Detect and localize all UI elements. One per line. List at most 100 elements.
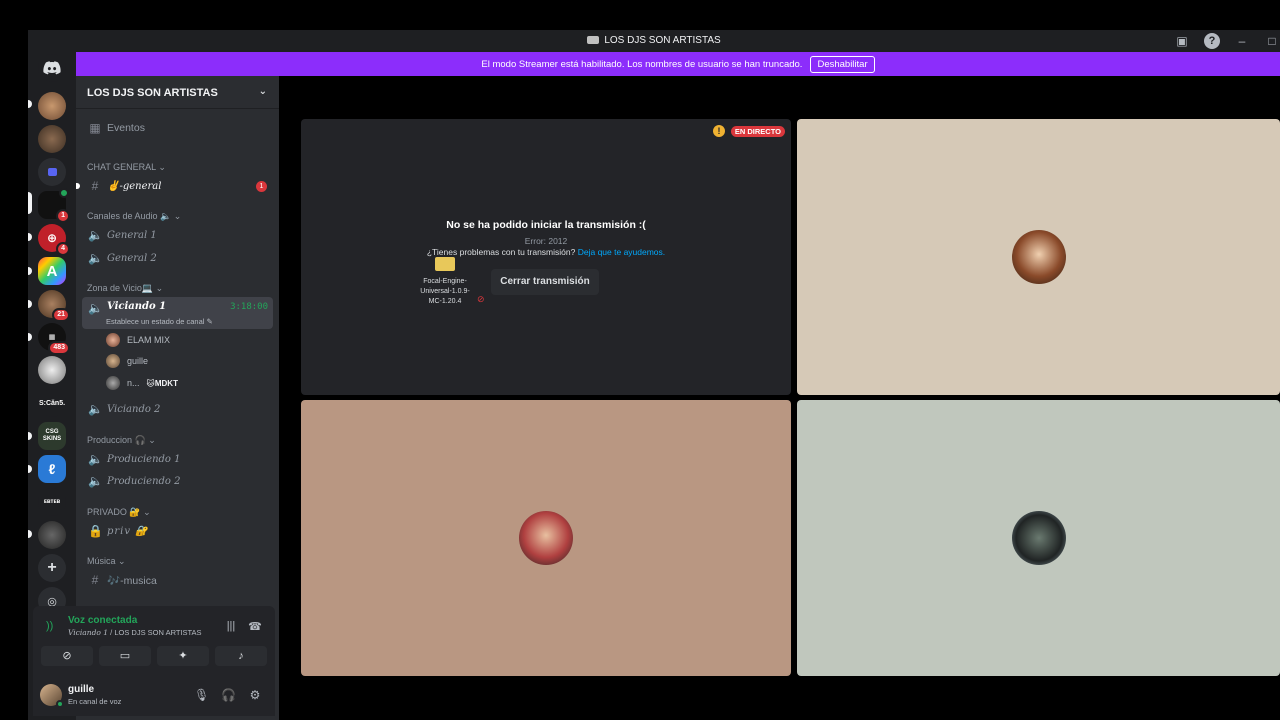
warning-icon[interactable]: ! [713,125,725,137]
calendar-icon: ▦ [89,121,101,135]
server-icon[interactable] [38,521,66,549]
channel-priv[interactable]: 🔒 priv 🔐 [82,521,273,541]
avatar [106,333,120,347]
folder-icon [435,257,455,271]
gear-icon[interactable]: ⚙ [248,688,262,702]
events-label: Eventos [107,122,145,134]
signal-icon: )) [46,620,54,632]
error-title: No se ha podido iniciar la transmisión :… [446,219,646,231]
server-icon[interactable]: S:Căn5. [38,389,66,417]
activities-button[interactable]: ✦ [157,646,209,666]
headphones-icon[interactable]: 🎧 [221,688,236,702]
events-item[interactable]: ▦ Eventos [82,118,273,138]
voice-member[interactable]: n... 🐱MDKT [106,374,178,392]
camera-button[interactable]: ⊘ [41,646,93,666]
channel-name: 🎶-musica [107,574,157,587]
participant-tile[interactable] [797,400,1280,676]
help-link[interactable]: Deja que te ayudemos. [578,247,665,257]
category-audio[interactable]: Canales de Audio 🔈 ⌄ [87,211,181,222]
mention-badge: 483 [48,341,70,355]
channel-produciendo-2[interactable]: 🔈 Produciendo 2 [82,471,273,491]
server-icon[interactable]: ▦ 483 [38,323,70,355]
inbox-icon[interactable]: ▣ [1174,33,1190,49]
channel-viciando-2[interactable]: 🔈 Viciando 2 [82,399,273,419]
category-musica[interactable]: Música ⌄ [87,556,126,567]
voice-channel-info[interactable]: Viciando 1 / LOS DJS SON ARTISTAS [68,628,202,637]
participant-tile[interactable] [797,119,1280,395]
avatar[interactable] [40,684,64,708]
speaker-icon: 🔈 [88,474,103,488]
folder-icon[interactable] [38,158,66,186]
server-icon[interactable]: A [38,257,66,285]
speaker-icon: 🔈 [88,301,103,315]
server-icon[interactable]: ⊕ 4 [38,224,70,256]
channel-status[interactable]: Establece un estado de canal ✎ [106,317,213,326]
speaker-icon: 🔈 [88,452,103,466]
channel-general-text[interactable]: # ✌️-general 1 [82,176,273,196]
channel-general-2[interactable]: 🔈 General 2 [82,248,273,268]
minimize-icon[interactable]: – [1234,33,1250,49]
error-help: ¿Tienes problemas con tu transmisión? De… [426,247,666,257]
channel-name: Viciando 1 [107,301,167,312]
disconnect-icon[interactable]: ☎ [248,620,262,634]
channel-name: Produciendo 1 [107,453,181,465]
unread-pill [28,432,32,440]
member-name: ELAM MIX [127,335,171,345]
server-icon[interactable]: 21 [38,290,70,322]
participant-tile[interactable] [301,400,791,676]
server-icon[interactable] [38,92,66,120]
stream-tile-error[interactable]: ! EN DIRECTO No se ha podido iniciar la … [301,119,791,395]
window-title: LOS DJS SON ARTISTAS [28,35,1280,46]
noise-suppression-icon[interactable]: ||| [224,620,238,634]
user-name[interactable]: guille [68,684,94,695]
server-icon[interactable] [38,356,66,384]
channel-produciendo-1[interactable]: 🔈 Produciendo 1 [82,449,273,469]
soundboard-button[interactable]: ♪ [215,646,267,666]
server-icon[interactable]: CSG SKINS [38,422,66,450]
speaker-icon: 🔈 [88,402,103,416]
online-status-icon [56,700,64,708]
channel-general-1[interactable]: 🔈 General 1 [82,225,273,245]
category-chat[interactable]: CHAT GENERAL ⌄ [87,162,166,173]
add-server-icon[interactable]: + [38,554,66,582]
category-privado[interactable]: PRIVADO 🔐 ⌄ [87,507,151,518]
member-tag: 🐱MDKT [146,378,178,388]
server-icon[interactable]: 1 [38,188,70,223]
channel-name: General 1 [107,229,157,241]
unread-pill [28,100,32,108]
maximize-icon[interactable]: □ [1264,33,1280,49]
mention-badge: 4 [56,242,70,256]
voice-member[interactable]: ELAM MIX [106,331,170,349]
unread-pill [28,530,32,538]
avatar [106,376,120,390]
voice-panel: )) Voz conectada Viciando 1 / LOS DJS SO… [33,606,275,716]
channel-name: General 2 [107,252,157,264]
channel-name: Viciando 2 [107,403,161,415]
streamer-message: El modo Streamer está habilitado. Los no… [481,58,803,70]
close-stream-button[interactable]: Cerrar transmisión [491,269,599,295]
unread-pill [28,300,32,308]
unread-pill [28,333,32,341]
screen-share-button[interactable]: ▭ [99,646,151,666]
disable-streamer-button[interactable]: Deshabilitar [810,55,875,73]
category-zona[interactable]: Zona de Vicio💻 ⌄ [87,283,163,294]
help-icon[interactable]: ? [1204,33,1220,49]
avatar [519,511,573,565]
server-icon[interactable]: ᴇʙᴛᴇʙ [38,488,66,516]
server-icon[interactable]: ℓ [38,455,66,483]
discord-home-icon[interactable] [38,54,66,82]
mention-badge: 1 [256,180,267,192]
guild-name: LOS DJS SON ARTISTAS [87,87,218,99]
user-status: En canal de voz [68,697,122,706]
hash-icon: # [91,573,99,587]
channel-musica[interactable]: # 🎶-musica [82,570,273,590]
category-produccion[interactable]: Produccion 🎧 ⌄ [87,435,156,446]
voice-status[interactable]: Voz conectada [68,615,137,626]
unread-pill [28,267,32,275]
server-icon[interactable] [38,125,66,153]
guild-header[interactable]: LOS DJS SON ARTISTAS ⌄ [76,76,279,109]
microphone-icon[interactable]: 🎙 [194,688,209,702]
avatar [1011,230,1066,284]
voice-member[interactable]: guille [106,352,148,370]
channel-viciando-1[interactable]: 🔈 Viciando 1 3:18:00 Establece un estado… [82,297,273,329]
